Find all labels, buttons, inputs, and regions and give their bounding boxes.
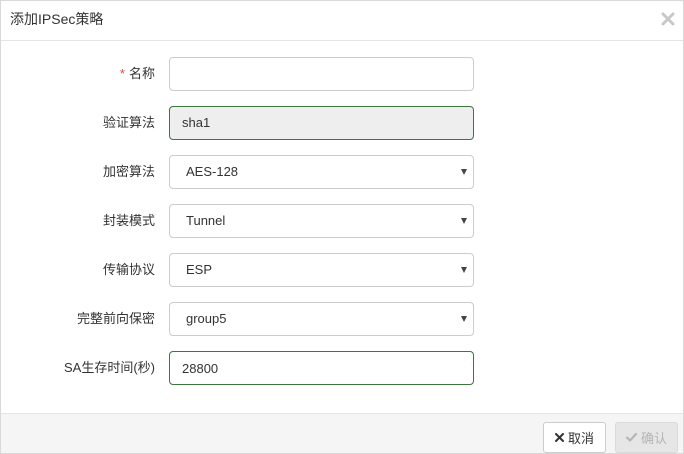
close-icon bbox=[554, 433, 564, 442]
dialog-title: 添加IPSec策略 bbox=[10, 11, 104, 27]
pfs-select[interactable]: group5 bbox=[169, 302, 474, 336]
name-row: * 名称 bbox=[1, 57, 683, 91]
auth-algorithm-label: 验证算法 bbox=[102, 115, 155, 130]
transport-protocol-value: ESP bbox=[186, 262, 213, 277]
caret-down-icon bbox=[461, 316, 467, 322]
encapsulation-mode-row: 封装模式 Tunnel bbox=[1, 204, 683, 238]
pfs-value: group5 bbox=[186, 311, 227, 326]
encryption-algorithm-select[interactable]: AES-128 bbox=[169, 155, 474, 189]
encapsulation-mode-label: 封装模式 bbox=[102, 213, 155, 228]
encryption-algorithm-row: 加密算法 AES-128 bbox=[1, 155, 683, 189]
close-icon[interactable] bbox=[659, 10, 677, 28]
auth-algorithm-row: 验证算法 sha1 bbox=[1, 106, 683, 140]
name-label: * 名称 bbox=[119, 66, 155, 81]
transport-protocol-label: 传输协议 bbox=[102, 262, 155, 277]
dialog-header: 添加IPSec策略 bbox=[1, 1, 683, 41]
confirm-button[interactable]: 确认 bbox=[615, 422, 678, 453]
name-input[interactable] bbox=[169, 57, 474, 91]
caret-down-icon bbox=[461, 267, 467, 273]
caret-down-icon bbox=[461, 169, 467, 175]
caret-down-icon bbox=[461, 218, 467, 224]
pfs-row: 完整前向保密 group5 bbox=[1, 302, 683, 336]
cancel-label: 取消 bbox=[567, 431, 594, 446]
encryption-algorithm-label: 加密算法 bbox=[102, 164, 155, 179]
check-icon bbox=[625, 433, 637, 442]
sa-lifetime-input[interactable] bbox=[169, 351, 474, 385]
required-mark: * bbox=[119, 66, 125, 81]
auth-algorithm-field: sha1 bbox=[169, 106, 474, 140]
transport-protocol-select[interactable]: ESP bbox=[169, 253, 474, 287]
transport-protocol-row: 传输协议 ESP bbox=[1, 253, 683, 287]
dialog-body: *名称 验证算法 sha1 加密算法 AES-128 封装模式 Tunnel bbox=[1, 42, 683, 413]
encryption-algorithm-value: AES-128 bbox=[186, 164, 239, 179]
encapsulation-mode-value: Tunnel bbox=[186, 213, 226, 228]
dialog-footer: 取消 确认 bbox=[1, 413, 683, 453]
cancel-button[interactable]: 取消 bbox=[543, 422, 606, 453]
pfs-label: 完整前向保密 bbox=[76, 311, 155, 326]
encapsulation-mode-select[interactable]: Tunnel bbox=[169, 204, 474, 238]
add-ipsec-policy-dialog: 添加IPSec策略 * 名称 验证算法 sha1 加密算法 AES-128 封装… bbox=[0, 0, 684, 454]
sa-lifetime-row: SA生存时间(秒) bbox=[1, 351, 683, 385]
sa-lifetime-label: SA生存时间(秒) bbox=[63, 360, 155, 375]
confirm-label: 确认 bbox=[640, 431, 667, 446]
